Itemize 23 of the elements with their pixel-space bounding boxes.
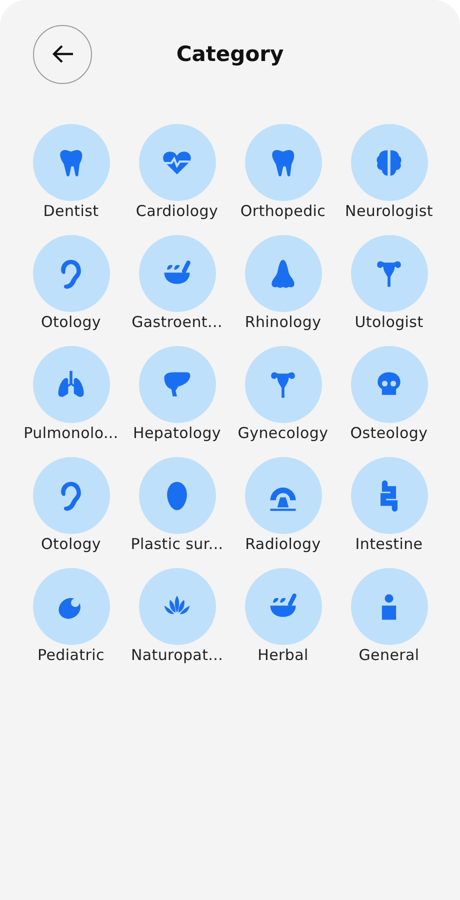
category-label: General [358,646,420,664]
page-title: Category [176,42,284,66]
category-label: Pediatric [38,646,104,664]
category-label: Naturopat... [130,646,224,664]
category-label: Pulmonolo... [24,424,118,442]
category-label: Orthopedic [240,202,326,220]
category-label: Plastic sur... [130,535,224,553]
category-label: Gastroent... [132,313,222,331]
category-label: Radiology [245,535,321,553]
category-label: Hepatology [132,424,222,442]
category-label: Neurologist [345,202,433,220]
category-label: Herbal [258,646,308,664]
category-label: Cardiology [136,202,218,220]
category-label: Osteology [350,424,428,442]
category-label: Otology [40,535,101,553]
back-button[interactable] [33,24,92,84]
category-label: Gynecology [238,424,328,442]
category-label: Otology [40,313,101,331]
back-arrow-icon [52,44,74,64]
category-label: Utologist [354,313,424,331]
category-label: Dentist [43,202,99,220]
category-label: Intestine [355,535,423,553]
category-label: Rhinology [244,313,322,331]
